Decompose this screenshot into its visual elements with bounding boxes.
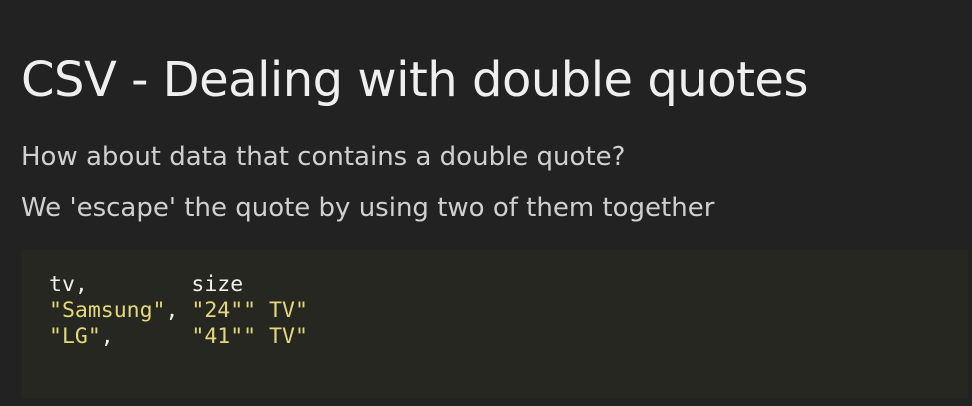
code-line-samsung: "Samsung", "24"" TV" bbox=[49, 297, 308, 325]
code-token: , bbox=[165, 298, 192, 323]
paragraph-explanation: We 'escape' the quote by using two of th… bbox=[21, 193, 715, 223]
code-line-header: tv, size bbox=[49, 271, 243, 299]
code-string-token: "Samsung" bbox=[49, 298, 166, 323]
code-string-token: "41"" TV" bbox=[191, 324, 308, 349]
code-string-token: "24"" TV" bbox=[191, 298, 308, 323]
code-line-lg: "LG", "41"" TV" bbox=[49, 323, 308, 351]
paragraph-question: How about data that contains a double qu… bbox=[21, 142, 626, 172]
code-token: , bbox=[100, 324, 192, 349]
slide-title: CSV - Dealing with double quotes bbox=[21, 52, 808, 108]
slide: CSV - Dealing with double quotes How abo… bbox=[0, 0, 972, 406]
code-token: tv, size bbox=[49, 272, 244, 297]
code-string-token: "LG" bbox=[49, 324, 101, 349]
code-block: tv, size "Samsung", "24"" TV" "LG", "41"… bbox=[22, 250, 968, 398]
